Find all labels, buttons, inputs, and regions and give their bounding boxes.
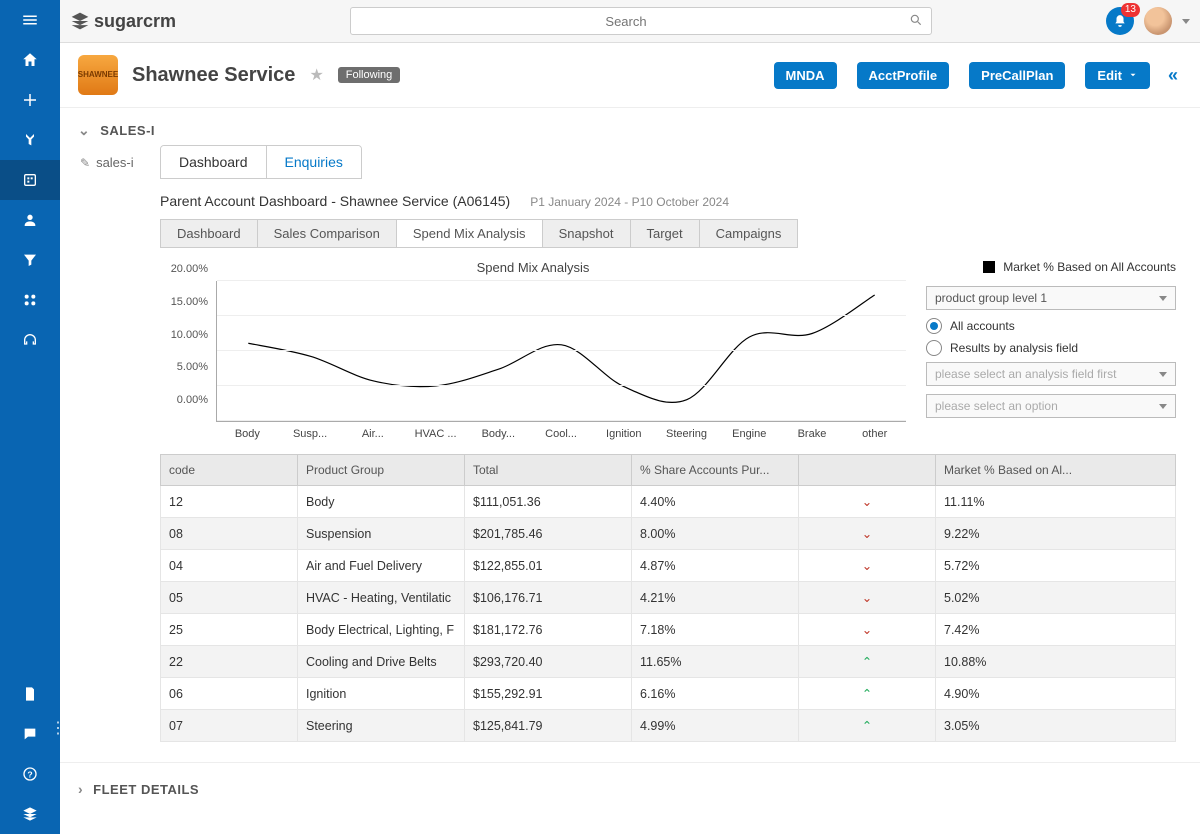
stack-icon[interactable] (0, 794, 60, 834)
chart-side-panel: Market % Based on All Accounts product g… (926, 260, 1176, 426)
brand-text: sugarcrm (94, 11, 176, 32)
collapse-panel-icon[interactable]: « (1164, 65, 1182, 86)
itab-snapshot[interactable]: Snapshot (543, 220, 631, 247)
table-row[interactable]: 04Air and Fuel Delivery$122,855.014.87%⌄… (161, 550, 1176, 582)
inner-tabs: Dashboard Sales Comparison Spend Mix Ana… (160, 219, 798, 248)
trend-down-icon: ⌄ (799, 582, 936, 614)
dashboard-title: Parent Account Dashboard - Shawnee Servi… (160, 193, 510, 209)
notifications-button[interactable]: 13 (1106, 7, 1134, 35)
favorite-star-icon[interactable]: ★ (309, 65, 323, 85)
product-group-select[interactable]: product group level 1 (926, 286, 1176, 310)
filter-funnel-icon[interactable] (0, 120, 60, 160)
user-avatar[interactable] (1144, 7, 1172, 35)
th-total[interactable]: Total (465, 455, 632, 486)
dashboard-period: P1 January 2024 - P10 October 2024 (530, 195, 729, 209)
itab-sales-comparison[interactable]: Sales Comparison (258, 220, 397, 247)
tab-dashboard[interactable]: Dashboard (161, 146, 267, 178)
trend-up-icon: ⌃ (799, 678, 936, 710)
chevron-down-icon: ⌄ (78, 122, 90, 139)
contacts-icon[interactable] (0, 200, 60, 240)
caret-down-icon (1159, 372, 1167, 377)
legend-label: Market % Based on All Accounts (1003, 260, 1176, 274)
trend-up-icon: ⌃ (799, 646, 936, 678)
edit-label: Edit (1097, 68, 1122, 83)
analysis-option-select[interactable]: please select an option (926, 394, 1176, 418)
trend-down-icon: ⌄ (799, 486, 936, 518)
table-row[interactable]: 22Cooling and Drive Belts$293,720.4011.6… (161, 646, 1176, 678)
grid-icon[interactable] (0, 280, 60, 320)
tab-enquiries[interactable]: Enquiries (267, 146, 361, 178)
plus-icon[interactable] (0, 80, 60, 120)
document-icon[interactable] (0, 674, 60, 714)
menu-icon[interactable] (0, 0, 60, 40)
edit-button[interactable]: Edit (1085, 62, 1150, 89)
notification-count: 13 (1121, 3, 1140, 17)
acctprofile-button[interactable]: AcctProfile (857, 62, 950, 89)
salesi-edit-link[interactable]: ✎ sales-i (80, 155, 134, 170)
caret-down-icon (1159, 296, 1167, 301)
funnel-icon[interactable] (0, 240, 60, 280)
trend-down-icon: ⌄ (799, 518, 936, 550)
kebab-icon[interactable]: ⋮ (50, 718, 66, 738)
section-salesi-header[interactable]: ⌄ SALES-I (60, 108, 1200, 145)
headset-icon[interactable] (0, 320, 60, 360)
spend-mix-chart: Spend Mix Analysis 0.00%5.00%10.00%15.00… (160, 260, 906, 440)
chart-plot (216, 281, 906, 422)
top-bar: sugarcrm 13 (60, 0, 1200, 43)
brand-logo[interactable]: sugarcrm (70, 11, 176, 32)
th-trend[interactable] (799, 455, 936, 486)
table-row[interactable]: 25Body Electrical, Lighting, F$181,172.7… (161, 614, 1176, 646)
mnda-button[interactable]: MNDA (774, 62, 837, 89)
chevron-right-icon: › (78, 781, 83, 797)
radio-analysis-field[interactable]: Results by analysis field (926, 340, 1176, 356)
help-icon[interactable]: ? (0, 754, 60, 794)
section-title: FLEET DETAILS (93, 782, 199, 797)
table-row[interactable]: 06Ignition$155,292.916.16%⌃4.90% (161, 678, 1176, 710)
th-product-group[interactable]: Product Group (298, 455, 465, 486)
pencil-icon: ✎ (80, 156, 90, 170)
accounts-icon[interactable] (0, 160, 60, 200)
itab-target[interactable]: Target (631, 220, 700, 247)
left-nav: ? (0, 0, 60, 834)
chevron-down-icon (1128, 70, 1138, 80)
account-logo: SHAWNEE (78, 55, 118, 95)
chart-y-axis: 0.00%5.00%10.00%15.00%20.00% (160, 281, 212, 412)
svg-text:?: ? (27, 769, 32, 779)
th-code[interactable]: code (161, 455, 298, 486)
home-icon[interactable] (0, 40, 60, 80)
legend-swatch (983, 261, 995, 273)
table-row[interactable]: 05HVAC - Heating, Ventilatic$106,176.714… (161, 582, 1176, 614)
user-menu-caret-icon[interactable] (1182, 19, 1190, 24)
search-icon[interactable] (901, 13, 931, 30)
global-search[interactable] (350, 7, 932, 35)
account-name: Shawnee Service (132, 64, 295, 87)
table-row[interactable]: 08Suspension$201,785.468.00%⌄9.22% (161, 518, 1176, 550)
record-header: SHAWNEE Shawnee Service ★ Following MNDA… (60, 43, 1200, 108)
salesi-link-label: sales-i (96, 155, 134, 170)
following-badge[interactable]: Following (338, 67, 400, 83)
section-title: SALES-I (100, 123, 155, 138)
trend-down-icon: ⌄ (799, 614, 936, 646)
th-share[interactable]: % Share Accounts Pur... (632, 455, 799, 486)
trend-up-icon: ⌃ (799, 710, 936, 742)
section-fleet-header[interactable]: › FLEET DETAILS (60, 762, 1200, 803)
table-row[interactable]: 07Steering$125,841.794.99%⌃3.05% (161, 710, 1176, 742)
trend-down-icon: ⌄ (799, 550, 936, 582)
analysis-field-select[interactable]: please select an analysis field first (926, 362, 1176, 386)
radio-all-accounts[interactable]: All accounts (926, 318, 1176, 334)
caret-down-icon (1159, 404, 1167, 409)
table-row[interactable]: 12Body$111,051.364.40%⌄11.11% (161, 486, 1176, 518)
precallplan-button[interactable]: PreCallPlan (969, 62, 1065, 89)
chart-title: Spend Mix Analysis (160, 260, 906, 275)
itab-spend-mix[interactable]: Spend Mix Analysis (397, 220, 543, 247)
itab-dashboard[interactable]: Dashboard (161, 220, 258, 247)
itab-campaigns[interactable]: Campaigns (700, 220, 798, 247)
search-input[interactable] (351, 13, 901, 30)
spend-mix-table: code Product Group Total % Share Account… (160, 454, 1176, 742)
th-market[interactable]: Market % Based on Al... (936, 455, 1176, 486)
